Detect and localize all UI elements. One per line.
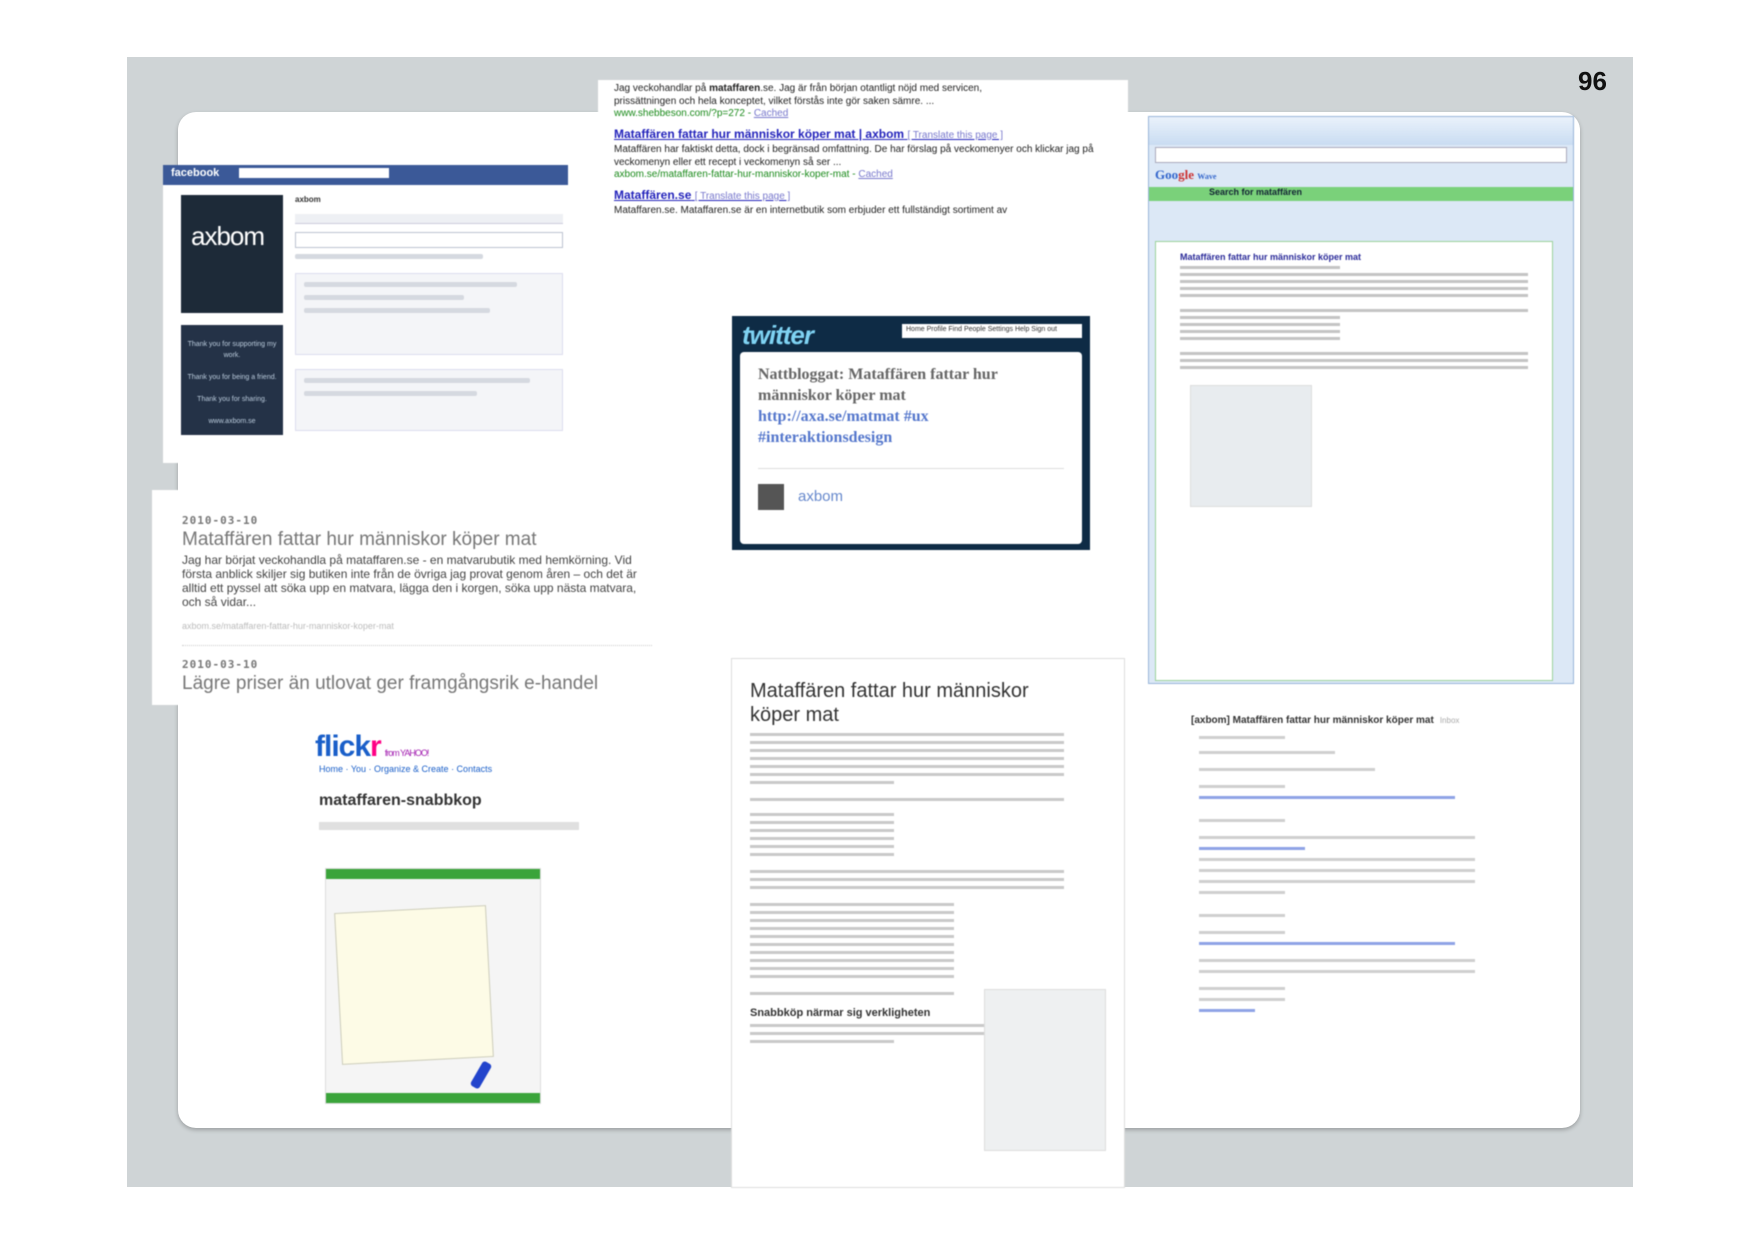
facebook-sidebar-banner: Thank you for supporting my work. Thank … (181, 325, 283, 435)
post-title[interactable]: Lägre priser än utlovat ger framgångsrik… (182, 673, 682, 695)
google-results-screenshot: Jag veckohandlar på mataffaren.se. Jag ä… (598, 80, 1128, 250)
tweet-user[interactable]: axbom (758, 484, 843, 510)
result1-url[interactable]: www.shebbeson.com/?p=272 - Cached (598, 108, 1128, 119)
facebook-post (295, 273, 563, 355)
facebook-profile-name: axbom (295, 195, 321, 204)
flickr-screenshot: flickr from YAHOO! Home · You · Organize … (305, 720, 605, 1120)
facebook-topbar: facebook (163, 165, 568, 185)
post-title: Mataffären fattar hur människor köper ma… (750, 680, 1029, 726)
post-date: 2010-03-10 (182, 658, 259, 671)
facebook-search-input[interactable] (239, 168, 390, 179)
flickr-logo: flickr from YAHOO! (315, 730, 429, 763)
blog-post-screenshot: Mataffären fattar hur människor köper ma… (731, 658, 1125, 1188)
email-subject: [axbom] Mataffären fattar hur människor … (1191, 715, 1460, 726)
twitter-nav[interactable]: Home Profile Find People Settings Help S… (902, 324, 1082, 338)
email-link[interactable] (1199, 796, 1455, 799)
photo-title: mataffaren-snabbkop (319, 792, 482, 809)
facebook-comment (295, 369, 563, 431)
flickr-nav[interactable]: Home · You · Organize & Create · Contact… (319, 764, 605, 774)
page-number: 96 (1578, 66, 1607, 96)
post-date: 2010-03-10 (182, 514, 259, 527)
paper-note (334, 905, 494, 1065)
result3-title-link[interactable]: Mataffären.se [ Translate this page ] (598, 188, 1128, 202)
scanned-note-image (1190, 385, 1312, 507)
facebook-status-input[interactable] (295, 232, 563, 248)
tweet-card: Nattbloggat: Mataffären fattar hur männi… (740, 352, 1082, 544)
post-link[interactable]: axbom.se/mataffaren-fattar-hur-manniskor… (182, 621, 682, 631)
message-subject: Mataffären fattar hur människor köper ma… (1180, 252, 1362, 262)
email-screenshot: [axbom] Mataffären fattar hur människor … (1185, 705, 1555, 1075)
facebook-profile-picture: axbom (181, 195, 283, 313)
post-excerpt: Jag har börjat veckohandla på mataffaren… (182, 553, 637, 609)
pen-icon (469, 1060, 493, 1090)
facebook-screenshot: facebook axbom Thank you for supporting … (163, 165, 568, 463)
browser-toolbar (1149, 117, 1573, 145)
email-link[interactable] (1199, 942, 1455, 945)
result3-snippet: Mataffaren.se. Mataffaren.se är en inter… (614, 205, 1008, 216)
photo-toolbar[interactable] (319, 822, 579, 830)
blog-list-screenshot: 2010-03-10 Mataffären fattar hur människ… (152, 490, 682, 705)
flickr-photo (325, 868, 541, 1104)
twitter-screenshot: twitter Home Profile Find People Setting… (732, 316, 1090, 550)
twitter-logo: twitter (742, 320, 814, 350)
facebook-tabs[interactable] (295, 214, 563, 224)
scanned-note-image (984, 989, 1106, 1151)
address-bar[interactable] (1155, 147, 1567, 163)
wave-message: Mataffären fattar hur människor köper ma… (1155, 241, 1553, 681)
post-title[interactable]: Mataffären fattar hur människor köper ma… (182, 529, 682, 551)
facebook-wall: axbom (295, 195, 563, 455)
search-results-bar: Search for mataffären (1149, 187, 1573, 201)
avatar (758, 484, 784, 510)
google-wave-screenshot: Google Wave Search for mataffären Mataff… (1148, 116, 1574, 684)
result2-url[interactable]: axbom.se/mataffaren-fattar-hur-manniskor… (598, 169, 1128, 180)
google-logo: Google Wave (1155, 167, 1217, 182)
result2-snippet: Mataffären har faktiskt detta, dock i be… (614, 144, 1094, 168)
tweet-text: Nattbloggat: Mataffären fattar hur männi… (758, 366, 998, 446)
result1-snippet: Jag veckohandlar på mataffaren.se. Jag ä… (614, 83, 983, 107)
result2-title-link[interactable]: Mataffären fattar hur människor köper ma… (598, 127, 1128, 141)
